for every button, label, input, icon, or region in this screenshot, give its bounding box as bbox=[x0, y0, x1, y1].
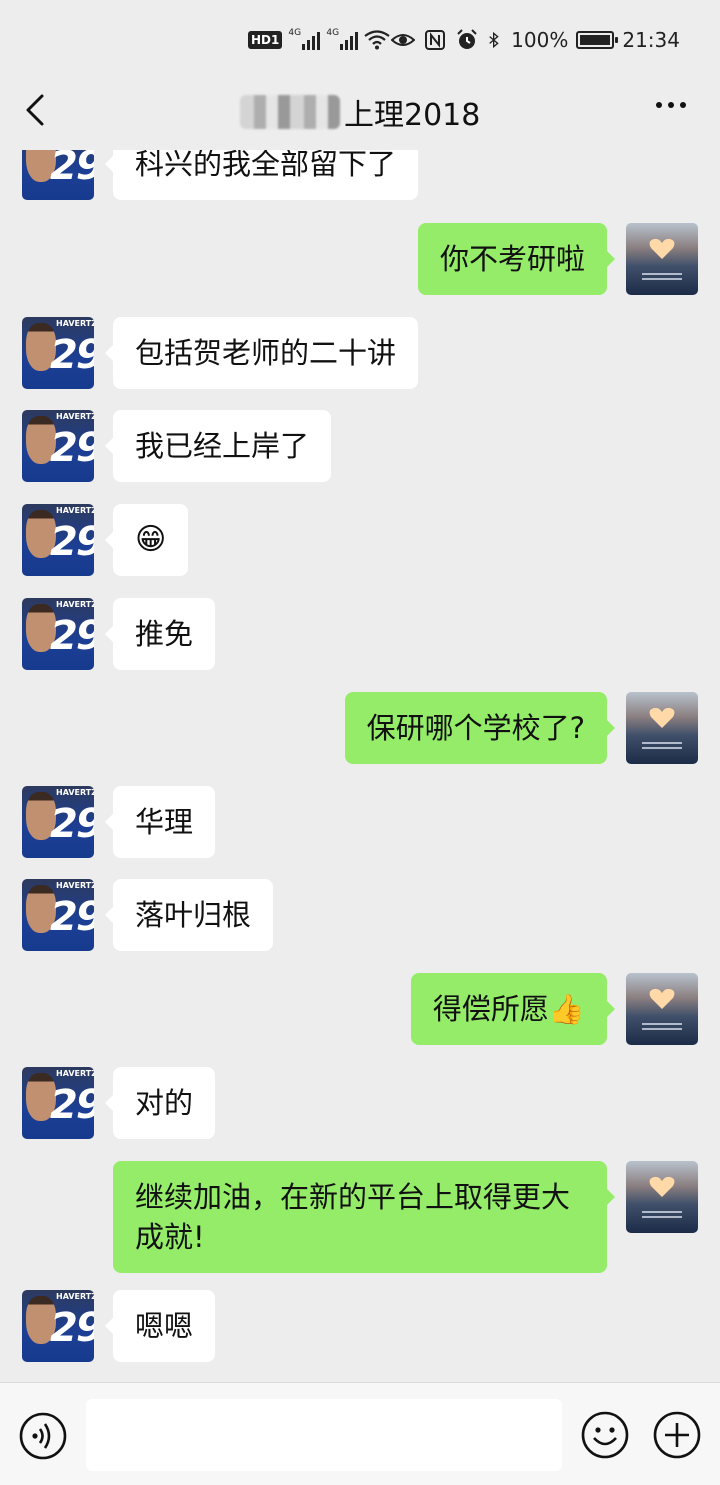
nfc-icon bbox=[425, 30, 446, 50]
outgoing-message-bubble[interactable]: 得偿所愿👍 bbox=[410, 973, 616, 1045]
input-bar bbox=[0, 1382, 720, 1485]
message-list[interactable]: HAVERTZ29 科兴的我全部留下了 你不考研啦 HAVERTZ29 包括贺老… bbox=[0, 150, 720, 1382]
hd-badge: HD1 bbox=[248, 31, 283, 49]
eye-icon bbox=[391, 34, 416, 46]
incoming-message-bubble[interactable]: 落叶归根 bbox=[104, 879, 274, 951]
plus-icon[interactable] bbox=[652, 1410, 702, 1460]
blurred-name bbox=[240, 95, 340, 129]
status-left: HD1 4G 4G bbox=[248, 28, 391, 50]
contact-avatar[interactable]: HAVERTZ29 bbox=[22, 410, 94, 482]
incoming-message-bubble[interactable]: 包括贺老师的二十讲 bbox=[104, 317, 419, 389]
battery-percent: 100% bbox=[511, 28, 569, 52]
battery-icon bbox=[576, 31, 619, 49]
clock: 21:34 bbox=[622, 28, 680, 52]
incoming-message-bubble[interactable]: 对的 bbox=[104, 1067, 216, 1139]
message-input[interactable] bbox=[86, 1399, 562, 1471]
bluetooth-icon bbox=[489, 31, 499, 49]
voice-input-icon[interactable] bbox=[18, 1411, 68, 1461]
contact-avatar[interactable]: HAVERTZ29 bbox=[22, 598, 94, 670]
incoming-message-bubble[interactable]: 我已经上岸了 bbox=[104, 410, 332, 482]
incoming-message-bubble[interactable]: 华理 bbox=[104, 786, 216, 858]
alarm-icon bbox=[457, 29, 477, 49]
contact-avatar[interactable]: HAVERTZ29 bbox=[22, 317, 94, 389]
my-avatar[interactable] bbox=[626, 973, 698, 1045]
contact-avatar[interactable]: HAVERTZ29 bbox=[22, 150, 94, 200]
contact-avatar[interactable]: HAVERTZ29 bbox=[22, 1067, 94, 1139]
chat-title: 上理2018 bbox=[240, 90, 480, 134]
signal-icon: 4G bbox=[326, 28, 359, 50]
contact-avatar[interactable]: HAVERTZ29 bbox=[22, 786, 94, 858]
outgoing-message-bubble[interactable]: 继续加油，在新的平台上取得更大成就! bbox=[113, 1161, 615, 1273]
incoming-message-bubble[interactable]: 科兴的我全部留下了 bbox=[104, 150, 419, 200]
chat-header: 上理2018 bbox=[0, 80, 720, 150]
status-bar: HD1 4G 4G 100% 21:34 bbox=[0, 0, 720, 80]
contact-avatar[interactable]: HAVERTZ29 bbox=[22, 1290, 94, 1362]
my-avatar[interactable] bbox=[626, 223, 698, 295]
contact-avatar[interactable]: HAVERTZ29 bbox=[22, 504, 94, 576]
wifi-icon bbox=[364, 30, 391, 50]
incoming-message-bubble[interactable]: 嗯嗯 bbox=[104, 1290, 216, 1362]
outgoing-message-bubble[interactable]: 保研哪个学校了? bbox=[344, 692, 616, 764]
chat-title-text: 上理2018 bbox=[344, 98, 481, 133]
my-avatar[interactable] bbox=[626, 1161, 698, 1233]
back-arrow-icon[interactable] bbox=[22, 92, 52, 128]
incoming-emoji-bubble[interactable]: 😁 bbox=[104, 504, 189, 576]
outgoing-message-bubble[interactable]: 你不考研啦 bbox=[417, 223, 616, 295]
incoming-message-bubble[interactable]: 推免 bbox=[104, 598, 216, 670]
status-right: 100% 21:34 bbox=[391, 28, 680, 52]
my-avatar[interactable] bbox=[626, 692, 698, 764]
more-options-icon[interactable] bbox=[656, 102, 686, 108]
signal-icon: 4G bbox=[288, 28, 321, 50]
emoji-icon[interactable] bbox=[580, 1410, 630, 1460]
contact-avatar[interactable]: HAVERTZ29 bbox=[22, 879, 94, 951]
